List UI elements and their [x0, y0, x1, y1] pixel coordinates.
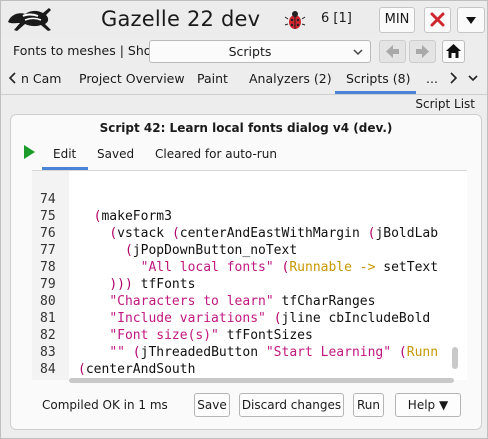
app-title: Gazelle 22 dev [101, 7, 261, 31]
chevron-down-icon[interactable] [467, 70, 479, 86]
panel-title: Script 42: Learn local fonts dialog v4 (… [99, 121, 393, 135]
line-number: 85 [40, 378, 62, 380]
tab-analyzers[interactable]: Analyzers (2) [249, 71, 332, 86]
arrow-left-icon [386, 45, 399, 58]
code-line: 78 ))) tfFonts [40, 260, 196, 292]
title-bar: Gazelle 22 dev 6 [1] MIN [1, 1, 487, 37]
main-tabs: n Cam Project Overview Paint Analyzers (… [1, 65, 487, 95]
tab-scripts[interactable]: Scripts (8) [346, 71, 410, 86]
toolbar: Fonts to meshes | Show Scripts [1, 37, 487, 65]
app-window: Gazelle 22 dev 6 [1] MIN Fonts to meshes… [0, 0, 488, 439]
tab-saved[interactable]: Saved [97, 147, 134, 161]
tab-more[interactable]: ... [426, 71, 438, 86]
toolbar-label: Fonts to meshes | Show [13, 43, 162, 58]
arrow-right-icon [416, 45, 429, 58]
code-line: 81 "Font size(s)" tfFontSizes [40, 311, 313, 343]
code-line: 75 (vstack (centerAndEastWithMargin (jBo… [40, 209, 439, 241]
code-line: 79 "Characters to learn" tfCharRanges [40, 277, 376, 309]
gazelle-logo [8, 8, 51, 31]
show-select[interactable]: Scripts [149, 40, 371, 63]
forward-button[interactable] [409, 40, 436, 63]
chevron-left-icon[interactable] [7, 70, 19, 86]
show-select-value: Scripts [228, 44, 272, 59]
script-list-link[interactable]: Script List [415, 97, 475, 111]
chevron-right-icon[interactable] [447, 70, 459, 86]
code-line: 82 "" (jThreadedButton "Start Learning" … [40, 328, 439, 360]
code-line: 74 (makeForm3 [40, 192, 172, 224]
compile-status: Compiled OK in 1 ms [42, 398, 168, 412]
help-button[interactable]: Help ▼ [395, 393, 461, 417]
code-line: 80 "Include variations" (jline cbInclude… [40, 294, 431, 326]
code-line: 76 (jPopDownButton_noText [40, 226, 298, 258]
bug-count: 6 [1] [321, 11, 352, 26]
home-button[interactable] [442, 40, 465, 63]
code-line: 84 (jscroll_center_borderless isRendered… [32, 344, 391, 380]
close-button[interactable] [424, 7, 451, 33]
discard-changes-button[interactable]: Discard changes [239, 393, 344, 417]
menu-down-icon [466, 17, 476, 24]
tab-cam[interactable]: n Cam [21, 71, 61, 86]
minimize-button[interactable]: MIN [379, 7, 415, 33]
save-button[interactable]: Save [194, 393, 230, 417]
code-line: 83 (centerAndSouth [40, 345, 196, 377]
home-icon [446, 44, 461, 58]
tab-cleared-for-auto-run[interactable]: Cleared for auto-run [155, 147, 277, 161]
script-panel: Script 42: Learn local fonts dialog v4 (… [10, 114, 482, 430]
chevron-down-icon [353, 49, 363, 56]
run-button[interactable]: Run [353, 393, 384, 417]
vertical-scrollbar[interactable] [452, 347, 458, 369]
play-icon[interactable] [22, 144, 36, 160]
bug-icon[interactable] [284, 9, 306, 31]
horizontal-scrollbar[interactable] [69, 378, 454, 383]
back-button[interactable] [379, 40, 406, 63]
window-menu-button[interactable] [457, 7, 485, 33]
tab-paint[interactable]: Paint [197, 71, 228, 86]
code-line: 85 (vstackWithSpacing lblCaption lblStat… [32, 361, 95, 380]
tab-project-overview[interactable]: Project Overview [79, 71, 185, 86]
close-icon [430, 12, 445, 27]
code-editor[interactable]: 74 (makeForm3 75 (vstack (centerAndEastW… [32, 170, 467, 380]
code-line: 77 "All local fonts" (Runnable -> setTex… [40, 243, 439, 275]
tab-edit[interactable]: Edit [53, 147, 76, 161]
active-tab-indicator [335, 91, 416, 94]
